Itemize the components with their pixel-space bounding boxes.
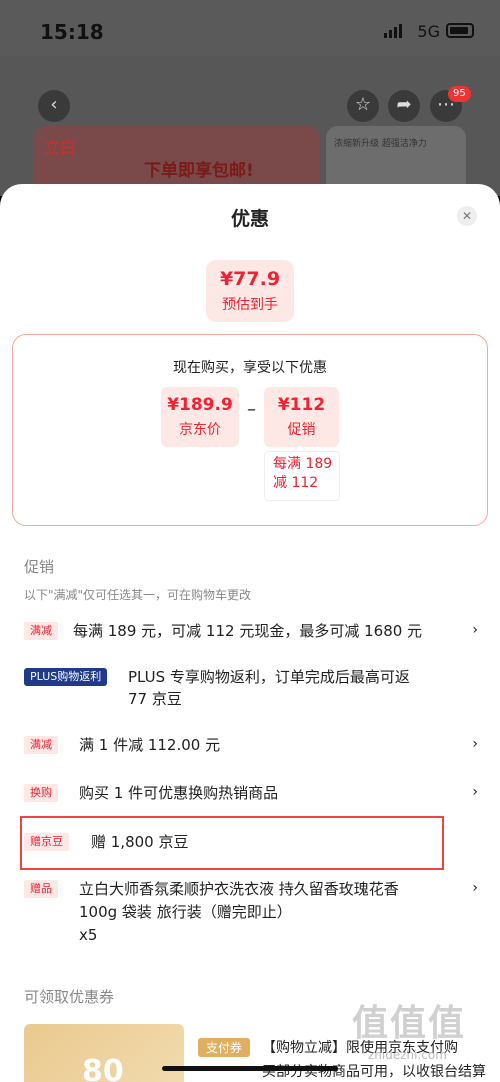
minus-sign: – — [247, 399, 256, 420]
promo-price: ¥112 — [277, 395, 326, 415]
promo-text-line2: 77 京豆 — [128, 690, 182, 708]
share-icon[interactable]: ➦ — [388, 90, 420, 122]
promo-text-line3: x5 — [79, 926, 98, 944]
promo-tag: 赠品 — [24, 880, 58, 898]
notification-badge: 95 — [448, 86, 471, 102]
network-label: 5G — [417, 22, 440, 41]
promo-detail-line1: 每满 189 — [273, 456, 333, 472]
chevron-right-icon: › — [472, 736, 478, 752]
chevron-right-icon: › — [472, 880, 478, 896]
promo-text-line2: 100g 袋装 旅行装（赠完即止） — [79, 903, 292, 921]
coupon-amount: 80 — [82, 1054, 124, 1082]
promo-row-jingdou: 赠京豆 赠 1,800 京豆 — [24, 831, 482, 855]
coupon-text-line2: 买部分实物商品可用，以收银台结算为... — [262, 1064, 486, 1080]
promo-row-exchange[interactable]: 换购 购买 1 件可优惠换购热销商品 › — [24, 782, 482, 806]
chevron-right-icon: › — [472, 622, 478, 638]
final-price-label: 预估到手 — [222, 297, 278, 313]
battery-icon — [446, 23, 474, 38]
home-indicator[interactable] — [162, 1066, 338, 1071]
promo-text: 赠 1,800 京豆 — [91, 833, 189, 851]
background-page: ‹ ☆ ➦ ⋯ 95 立白 下单即享包邮! 浓缩新升级 超强洁净力 — [0, 56, 500, 246]
promo-text: 每满 189 元，可减 112 元现金，最多可减 1680 元 — [73, 622, 423, 640]
jd-price-box: ¥189.9 京东价 — [161, 387, 239, 447]
watermark-logo: 值值值 — [352, 1003, 467, 1044]
signal-icon — [384, 24, 404, 38]
watermark-url: zhidezhi.com — [368, 1048, 447, 1062]
promo-text: 满 1 件减 112.00 元 — [79, 736, 221, 754]
brand-label: 立白 — [44, 138, 77, 157]
banner-promo: 下单即享包邮! — [144, 161, 254, 181]
jd-price: ¥189.9 — [167, 395, 233, 415]
promo-row-manjian-2[interactable]: 满减 满 1 件减 112.00 元 › — [24, 734, 482, 758]
chevron-right-icon: › — [472, 784, 478, 800]
promo-row-plus: PLUS购物返利 PLUS 专享购物返利，订单完成后最高可返 77 京豆 — [24, 666, 482, 712]
plus-tag: PLUS购物返利 — [24, 668, 108, 686]
discount-sheet: 优惠 ✕ ¥77.9 预估到手 现在购买，享受以下优惠 ¥189.9 京东价 –… — [0, 184, 500, 1082]
promo-tag: 赠京豆 — [24, 833, 69, 851]
favorite-icon[interactable]: ☆ — [347, 90, 379, 122]
promo-tag: 换购 — [24, 784, 58, 802]
promotions-note: 以下"满减"仅可任选其一，可在购物车更改 — [24, 588, 252, 602]
final-price: ¥77.9 — [219, 268, 281, 290]
back-icon[interactable]: ‹ — [38, 90, 70, 122]
promo-text: 购买 1 件可优惠换购热销商品 — [79, 784, 279, 802]
promo-detail: 每满 189 减 112 — [264, 451, 340, 501]
close-icon[interactable]: ✕ — [457, 206, 477, 226]
promo-text: 立白大师香氛柔顺护衣洗衣液 持久留香玫瑰花香 — [79, 880, 399, 898]
promo-detail-line2: 减 112 — [273, 475, 319, 491]
promo-tag: 满减 — [24, 622, 58, 640]
promo-price-label: 促销 — [287, 422, 316, 438]
status-time: 15:18 — [40, 20, 104, 44]
calc-heading: 现在购买，享受以下优惠 — [173, 360, 327, 376]
promo-row-manjian[interactable]: 满减 每满 189 元，可减 112 元现金，最多可减 1680 元 › — [24, 620, 482, 644]
promotions-title: 促销 — [24, 558, 55, 576]
promo-text: PLUS 专享购物返利，订单完成后最高可返 — [128, 668, 410, 686]
promo-row-gift[interactable]: 赠品 立白大师香氛柔顺护衣洗衣液 持久留香玫瑰花香 100g 袋装 旅行装（赠完… — [24, 878, 482, 948]
side-card-caption: 浓缩新升级 超强洁净力 — [334, 139, 427, 149]
price-calc-card: 现在购买，享受以下优惠 ¥189.9 京东价 – ¥112 促销 每满 189 … — [12, 334, 488, 526]
promo-price-box: ¥112 促销 — [264, 387, 339, 447]
jd-price-label: 京东价 — [179, 422, 221, 438]
coupons-title: 可领取优惠券 — [24, 988, 115, 1006]
sheet-title: 优惠 — [230, 208, 269, 230]
promo-tag: 满减 — [24, 736, 58, 754]
coupon-card[interactable]: 80 — [24, 1024, 184, 1082]
status-bar: 15:18 5G — [0, 0, 500, 56]
pay-coupon-tag: 支付券 — [198, 1038, 251, 1057]
final-price-box: ¥77.9 预估到手 — [206, 260, 294, 322]
